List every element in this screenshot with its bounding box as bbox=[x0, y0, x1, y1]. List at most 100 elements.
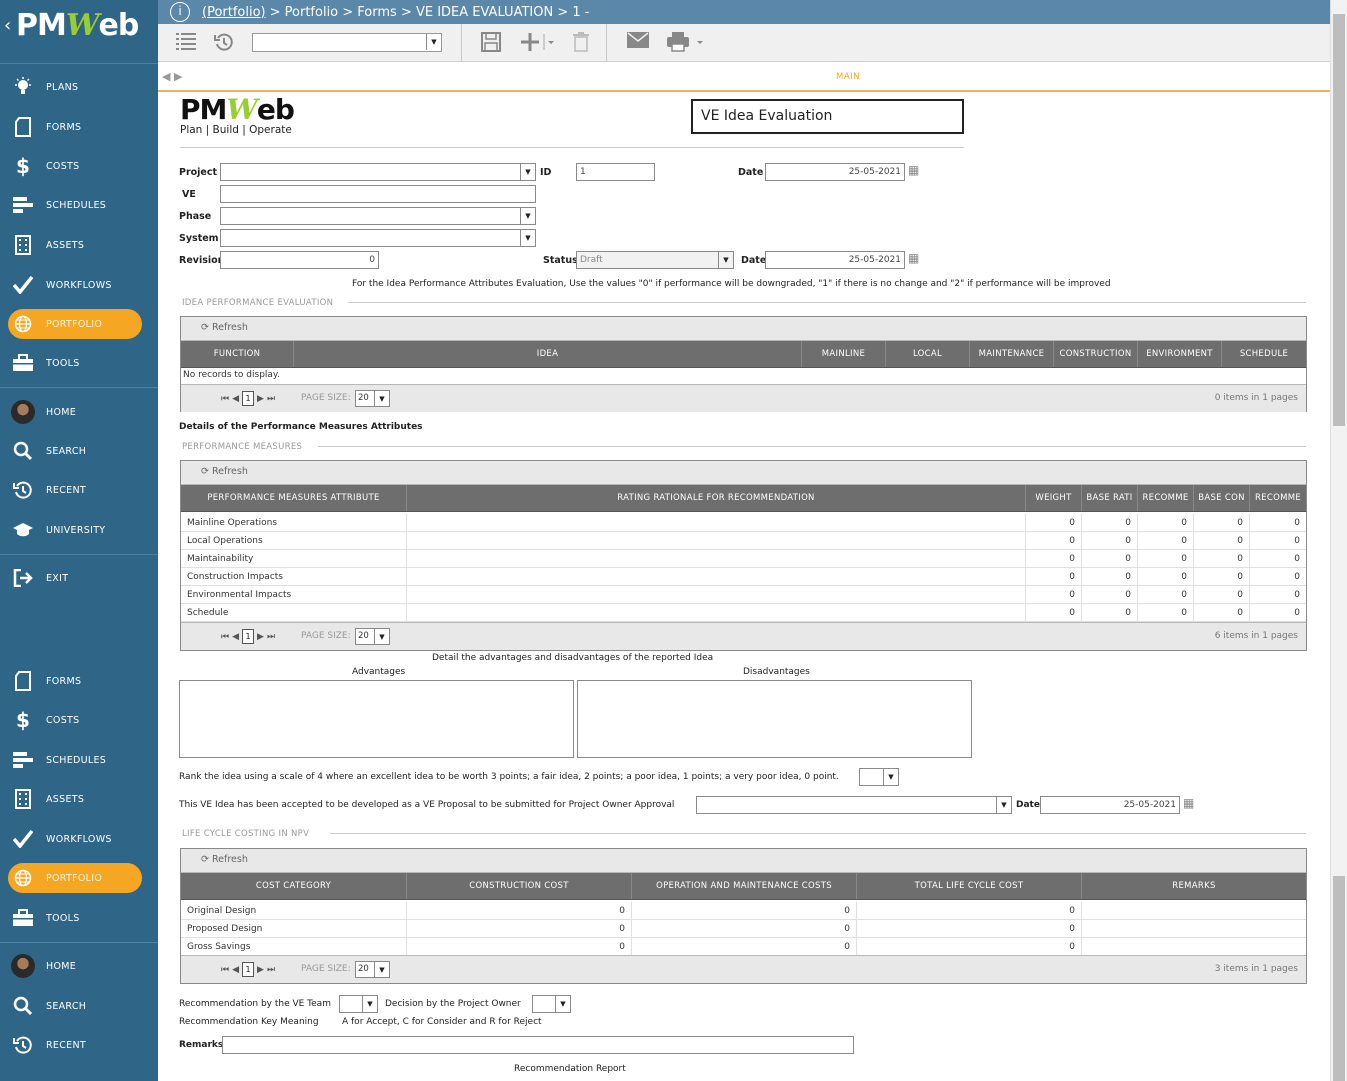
pm-cell-base-con[interactable]: 0 bbox=[1194, 586, 1250, 603]
nav-recent[interactable]: RECENT bbox=[0, 473, 158, 507]
col-om-costs[interactable]: OPERATION AND MAINTENANCE COSTS bbox=[632, 873, 857, 899]
list-icon[interactable] bbox=[176, 32, 196, 55]
pm-cell-rec-con[interactable]: 0 bbox=[1250, 568, 1306, 585]
first-page-icon[interactable]: ⏮ bbox=[221, 394, 229, 404]
pm-cell-rec-rating[interactable]: 0 bbox=[1138, 514, 1194, 531]
refresh-icon[interactable]: ⟳ bbox=[201, 854, 209, 865]
table-row[interactable]: Construction Impacts 0 0 0 0 0 bbox=[181, 568, 1306, 586]
pm-cell-base-rating[interactable]: 0 bbox=[1082, 604, 1138, 621]
lcc-cell-om[interactable]: 0 bbox=[632, 938, 857, 955]
col-schedule[interactable]: SCHEDULE bbox=[1222, 341, 1306, 367]
page-size-select[interactable]: 20 ▼ bbox=[355, 961, 390, 978]
lcc-cell-remarks[interactable] bbox=[1082, 938, 1306, 955]
date-input[interactable]: 25-05-2021 bbox=[765, 163, 905, 181]
pm-cell-weight[interactable]: 0 bbox=[1026, 604, 1082, 621]
prev-page-icon[interactable]: ◀ bbox=[232, 632, 239, 642]
last-page-icon[interactable]: ⏭ bbox=[267, 632, 275, 642]
page-size-select[interactable]: 20 ▼ bbox=[355, 390, 390, 407]
delete-icon[interactable] bbox=[572, 32, 590, 57]
nav-workflows-2[interactable]: WORKFLOWS bbox=[0, 822, 158, 856]
id-input[interactable]: 1 bbox=[576, 163, 655, 181]
nav-tools-2[interactable]: TOOLS bbox=[0, 901, 158, 935]
col-maintenance[interactable]: MAINTENANCE bbox=[970, 341, 1054, 367]
col-construction[interactable]: CONSTRUCTION bbox=[1054, 341, 1138, 367]
prev-page-icon[interactable]: ◀ bbox=[232, 394, 239, 404]
table-row[interactable]: Original Design 0 0 0 bbox=[181, 902, 1306, 920]
pm-cell-base-rating[interactable]: 0 bbox=[1082, 568, 1138, 585]
next-page-icon[interactable]: ▶ bbox=[257, 632, 264, 642]
last-page-icon[interactable]: ⏭ bbox=[267, 394, 275, 404]
accepted-date-input[interactable]: 25-05-2021 bbox=[1040, 796, 1180, 814]
pm-cell-rationale[interactable] bbox=[407, 568, 1026, 585]
nav-tools[interactable]: TOOLS bbox=[0, 346, 158, 380]
col-base-contribution[interactable]: BASE CON bbox=[1194, 485, 1250, 511]
table-row[interactable]: Gross Savings 0 0 0 bbox=[181, 938, 1306, 956]
pm-cell-weight[interactable]: 0 bbox=[1026, 532, 1082, 549]
col-local[interactable]: LOCAL bbox=[886, 341, 970, 367]
next-page-icon[interactable]: ▶ bbox=[257, 965, 264, 975]
lcc-cell-om[interactable]: 0 bbox=[632, 902, 857, 919]
nav-recent-2[interactable]: RECENT bbox=[0, 1028, 158, 1062]
col-function[interactable]: FUNCTION bbox=[181, 341, 294, 367]
nav-forms[interactable]: FORMS bbox=[0, 110, 158, 144]
nav-workflows[interactable]: WORKFLOWS bbox=[0, 268, 158, 302]
nav-plans[interactable]: PLANS bbox=[0, 70, 158, 104]
pm-cell-rec-rating[interactable]: 0 bbox=[1138, 532, 1194, 549]
pm-cell-rec-rating[interactable]: 0 bbox=[1138, 550, 1194, 567]
calendar-icon[interactable]: ▦ bbox=[908, 163, 919, 177]
nav-home-2[interactable]: HOME bbox=[0, 949, 158, 983]
first-page-icon[interactable]: ⏮ bbox=[221, 632, 229, 642]
nav-schedules[interactable]: SCHEDULES bbox=[0, 188, 158, 222]
col-construction-cost[interactable]: CONSTRUCTION COST bbox=[407, 873, 632, 899]
col-attribute[interactable]: PERFORMANCE MEASURES ATTRIBUTE bbox=[181, 485, 407, 511]
info-icon[interactable]: i bbox=[170, 2, 190, 22]
lcc-cell-total[interactable]: 0 bbox=[857, 920, 1082, 937]
lcc-cell-total[interactable]: 0 bbox=[857, 902, 1082, 919]
pm-cell-base-rating[interactable]: 0 bbox=[1082, 550, 1138, 567]
refresh-icon[interactable]: ⟳ bbox=[201, 466, 209, 477]
advantages-textarea[interactable] bbox=[179, 680, 574, 758]
status-select[interactable]: Draft ▼ bbox=[576, 251, 734, 269]
col-remarks[interactable]: REMARKS bbox=[1082, 873, 1306, 899]
nav-university[interactable]: UNIVERSITY bbox=[0, 513, 158, 547]
nav-costs[interactable]: $ COSTS bbox=[0, 149, 158, 183]
pmweb-logo[interactable]: ‹ PMWeb bbox=[0, 0, 158, 64]
disadvantages-textarea[interactable] bbox=[577, 680, 972, 758]
nav-forms-2[interactable]: FORMS bbox=[0, 664, 158, 698]
tab-main[interactable]: MAIN bbox=[836, 72, 860, 82]
pm-cell-rationale[interactable] bbox=[407, 604, 1026, 621]
pm-cell-weight[interactable]: 0 bbox=[1026, 514, 1082, 531]
remarks-input[interactable] bbox=[222, 1036, 854, 1054]
collapse-arrow-icon[interactable]: ‹ bbox=[4, 15, 11, 36]
pm-cell-weight[interactable]: 0 bbox=[1026, 568, 1082, 585]
pm-cell-base-con[interactable]: 0 bbox=[1194, 568, 1250, 585]
email-icon[interactable] bbox=[627, 32, 649, 53]
pm-cell-rationale[interactable] bbox=[407, 514, 1026, 531]
phase-select[interactable]: ▼ bbox=[220, 207, 536, 225]
col-rationale[interactable]: RATING RATIONALE FOR RECOMMENDATION bbox=[407, 485, 1026, 511]
nav-search[interactable]: SEARCH bbox=[0, 434, 158, 468]
ve-team-select[interactable]: ▼ bbox=[339, 995, 378, 1013]
nav-assets-2[interactable]: ASSETS bbox=[0, 782, 158, 816]
pm-cell-rec-con[interactable]: 0 bbox=[1250, 532, 1306, 549]
nav-assets[interactable]: ASSETS bbox=[0, 228, 158, 262]
table-row[interactable]: Maintainability 0 0 0 0 0 bbox=[181, 550, 1306, 568]
tab-scroll-arrows-icon[interactable]: ◀ ▶ bbox=[162, 70, 182, 83]
nav-exit[interactable]: EXIT bbox=[0, 561, 158, 595]
lcc-cell-total[interactable]: 0 bbox=[857, 938, 1082, 955]
nav-costs-2[interactable]: $ COSTS bbox=[0, 703, 158, 737]
pm-cell-rec-rating[interactable]: 0 bbox=[1138, 568, 1194, 585]
scrollbar[interactable] bbox=[1330, 0, 1347, 1081]
add-icon[interactable] bbox=[520, 32, 556, 57]
col-total-lcc[interactable]: TOTAL LIFE CYCLE COST bbox=[857, 873, 1082, 899]
prev-page-icon[interactable]: ◀ bbox=[232, 965, 239, 975]
col-cost-category[interactable]: COST CATEGORY bbox=[181, 873, 407, 899]
pm-cell-base-con[interactable]: 0 bbox=[1194, 604, 1250, 621]
print-icon[interactable] bbox=[667, 32, 705, 57]
nav-schedules-2[interactable]: SCHEDULES bbox=[0, 743, 158, 777]
col-base-rating[interactable]: BASE RATI bbox=[1082, 485, 1138, 511]
pm-cell-base-con[interactable]: 0 bbox=[1194, 514, 1250, 531]
owner-decision-select[interactable]: ▼ bbox=[532, 995, 571, 1013]
table-row[interactable]: Proposed Design 0 0 0 bbox=[181, 920, 1306, 938]
lcc-refresh-button[interactable]: Refresh bbox=[212, 854, 248, 865]
